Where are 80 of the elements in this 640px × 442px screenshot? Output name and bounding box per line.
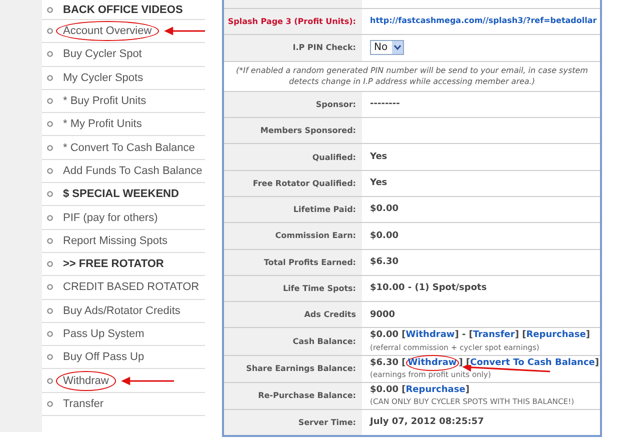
field-value: $0.00 [370,230,400,242]
field-label: Total Profits Earned: [262,256,357,269]
sidebar-link[interactable]: Buy Ads/Rotator Credits [60,304,184,318]
field-label: Free Rotator Qualified: [252,178,357,190]
bullet-icon [47,51,53,58]
sidebar-heading[interactable]: BACK OFFICE VIDEOS [60,2,186,16]
sidebar-link[interactable]: * Convert To Cash Balance [60,140,198,155]
bullet-icon [47,214,53,221]
arrow-icon [120,376,176,386]
field-value: -------- [370,99,401,110]
field-value: Yes [370,178,388,188]
field-label: Re-Purchase Balance: [257,390,357,402]
sidebar-link[interactable]: CREDIT BASED ROTATOR [60,280,202,294]
field-label: Server Time: [297,416,357,429]
value-link[interactable]: http://fastcashmega.com//splash3/?ref=betadollar [370,16,597,26]
field-value: ] [586,330,590,340]
field-label: Cash Balance: [292,336,357,348]
bullet-icon [47,191,53,198]
sidebar-link[interactable]: * My Profit Units [60,117,145,132]
sidebar-heading[interactable]: $ SPECIAL WEEKEND [60,187,182,202]
field-value: $0.00 [ [370,330,406,340]
sidebar-heading[interactable]: >> FREE ROTATOR [60,257,167,272]
bullet-icon [47,144,53,151]
bullet-icon [47,168,53,174]
bullet-icon [47,6,53,12]
sidebar-link[interactable]: Withdraw [56,370,116,391]
field-value: Yes [370,152,388,162]
field-value: $0.00 [ [370,384,406,395]
sidebar-link[interactable]: PIF (pay for others) [60,210,161,225]
sidebar-link[interactable]: Buy Cycler Spot [60,47,145,62]
sidebar-link[interactable]: Pass Up System [60,327,148,341]
field-label: Life Time Spots: [282,283,357,295]
field-value: ] - [ [454,330,473,340]
bullet-icon [47,28,53,34]
field-label: Share Earnings Balance: [245,363,357,376]
field-label: I.P PIN Check: [292,42,357,54]
field-label: Members Sponsored: [259,125,357,138]
bullet-icon [47,400,53,407]
sidebar-link[interactable]: Account Overview [56,21,159,42]
field-value: ] [594,358,600,368]
field-label: Ads Credits [303,309,357,322]
value-link[interactable]: Convert To Cash Balance [470,358,595,368]
sidebar-link[interactable]: Transfer [60,396,107,411]
field-value: $6.30 [ [370,358,406,368]
pin-note: (*If enabled a random generated PIN number will be send to your email, in case system detects change in I.P address while accessing member area.) [224,60,600,91]
arrow-icon [162,26,205,36]
sidebar-link[interactable]: * Buy Profit Units [60,94,150,108]
sidebar-link[interactable]: My Cycler Spots [60,70,146,85]
field-value: ] [ [514,330,526,340]
bullet-icon [47,98,53,104]
field-label: Sponsor: [314,98,357,111]
sidebar-link[interactable]: Buy Off Pass Up [60,350,148,364]
field-value: 9000 [370,310,396,320]
value-link[interactable]: Repurchase [526,330,586,340]
field-value: $10.00 - (1) Spot/spots [370,283,488,294]
field-label: Commission Earn: [274,230,357,242]
bullet-icon [47,378,53,384]
field-label: Qualified: [311,152,357,164]
value-link[interactable]: Repurchase [406,384,466,395]
field-label: Splash Page 3 (Profit Units): [226,16,357,28]
value-link[interactable]: Withdraw [406,354,459,371]
bullet-icon [47,261,53,268]
bullet-icon [47,331,53,337]
pin-check-select[interactable]: No [370,40,404,56]
field-value: ] [465,384,470,395]
bullet-icon [47,74,53,81]
bullet-icon [47,284,53,290]
bullet-icon [47,238,53,244]
field-value: $0.00 [370,204,400,215]
bullet-icon [47,308,53,314]
bullet-icon [47,121,53,128]
field-label: Lifetime Paid: [292,204,357,216]
sidebar-link[interactable]: Add Funds To Cash Balance [60,164,206,178]
arrow-icon [462,364,552,373]
value-link[interactable]: Transfer [472,330,515,340]
value-link[interactable]: Withdraw [406,330,455,340]
field-value: $6.30 [370,257,400,268]
bullet-icon [47,354,53,360]
field-value: July 07, 2012 08:25:57 [370,417,485,428]
sidebar-link[interactable]: Report Missing Spots [60,234,171,248]
